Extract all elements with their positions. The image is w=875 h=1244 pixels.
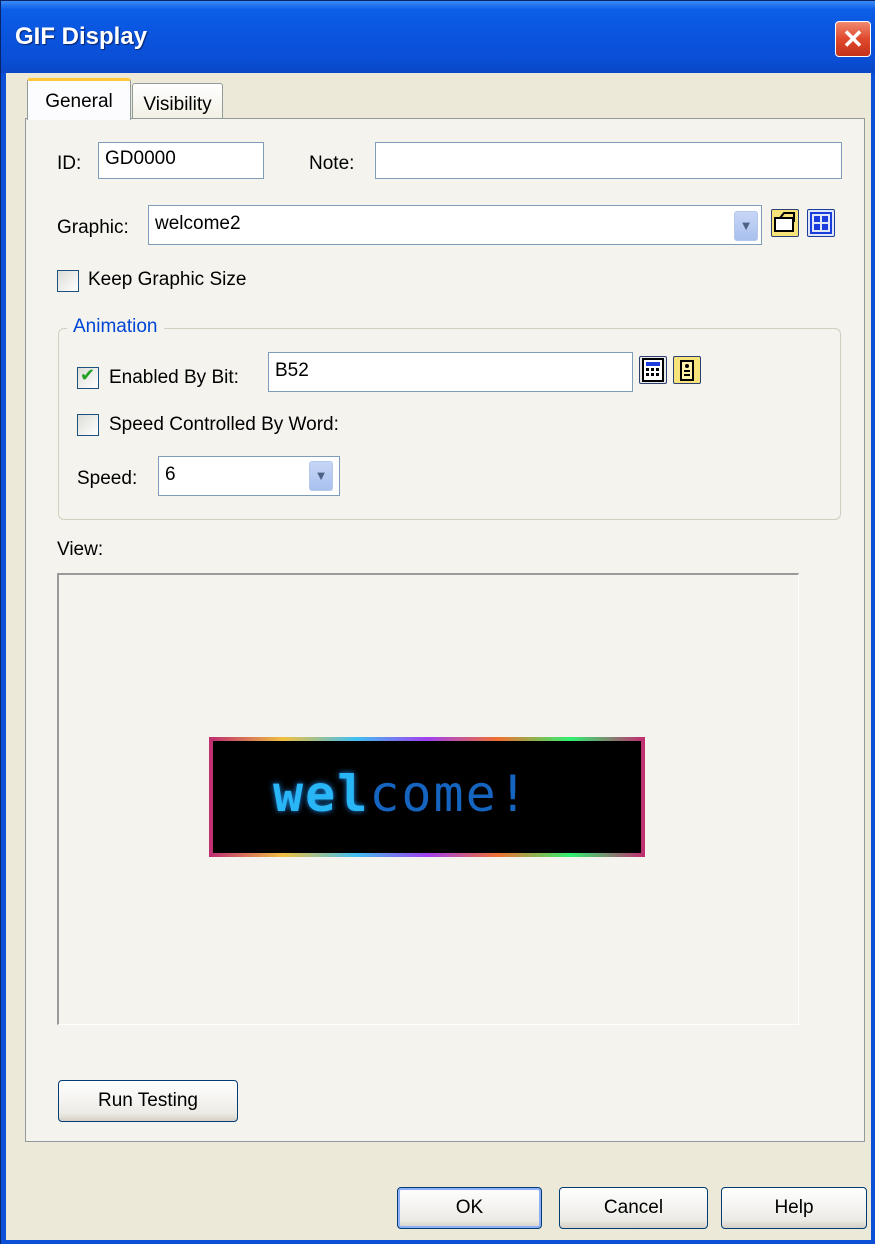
window-frame-left [1, 73, 6, 1241]
tab-general-label: General [45, 91, 113, 112]
enabled-by-bit-label: Enabled By Bit: [109, 367, 239, 388]
help-button[interactable]: Help [721, 1187, 867, 1229]
graphic-select-value: welcome2 [155, 213, 241, 234]
speed-label: Speed: [77, 468, 138, 489]
graphic-select[interactable]: welcome2 [148, 205, 762, 245]
window-frame-right [871, 73, 875, 1241]
run-testing-button[interactable]: Run Testing [58, 1080, 238, 1122]
tab-visibility[interactable]: Visibility [132, 83, 223, 121]
enabled-by-bit-checkbox[interactable] [77, 365, 99, 389]
view-label: View: [57, 539, 104, 560]
tab-visibility-label: Visibility [143, 94, 212, 115]
calculator-icon[interactable] [639, 356, 667, 384]
close-icon: ✕ [842, 24, 864, 54]
speed-controlled-by-word-checkbox[interactable] [77, 414, 99, 436]
id-label: ID: [57, 153, 82, 174]
welcome-gif-text-part2: come! [369, 765, 530, 823]
id-field[interactable]: GD0000 [98, 142, 264, 179]
ok-button[interactable]: OK [397, 1187, 542, 1229]
note-field[interactable] [375, 142, 842, 179]
title-bar[interactable]: GIF Display ✕ [1, 1, 875, 73]
close-button[interactable]: ✕ [835, 21, 871, 57]
welcome-gif-text-part1: wel [273, 765, 370, 823]
speed-chevron-down-icon[interactable]: ▼ [309, 461, 333, 491]
window-frame-bottom [1, 1240, 875, 1244]
welcome-gif-text: welcome! [273, 765, 530, 823]
welcome-gif-preview: welcome! [209, 737, 645, 857]
enabled-by-bit-field[interactable]: B52 [268, 352, 633, 392]
animation-group-title: Animation [67, 316, 164, 338]
cancel-button[interactable]: Cancel [559, 1187, 708, 1229]
note-label: Note: [309, 153, 355, 174]
speed-controlled-by-word-label: Speed Controlled By Word: [109, 414, 339, 435]
folder-open-icon[interactable] [771, 209, 799, 237]
keep-graphic-size-label: Keep Graphic Size [88, 269, 247, 290]
window-title: GIF Display [15, 23, 148, 50]
keep-graphic-size-checkbox[interactable] [57, 270, 79, 292]
dialog-window: GIF Display ✕ General Visibility ID: GD0… [0, 0, 875, 1244]
tag-icon[interactable] [673, 356, 701, 384]
speed-select-value: 6 [165, 464, 176, 485]
graphic-label: Graphic: [57, 217, 129, 238]
chevron-down-icon[interactable]: ▼ [734, 211, 758, 241]
tab-general[interactable]: General [27, 78, 131, 120]
library-grid-icon[interactable] [807, 209, 835, 237]
